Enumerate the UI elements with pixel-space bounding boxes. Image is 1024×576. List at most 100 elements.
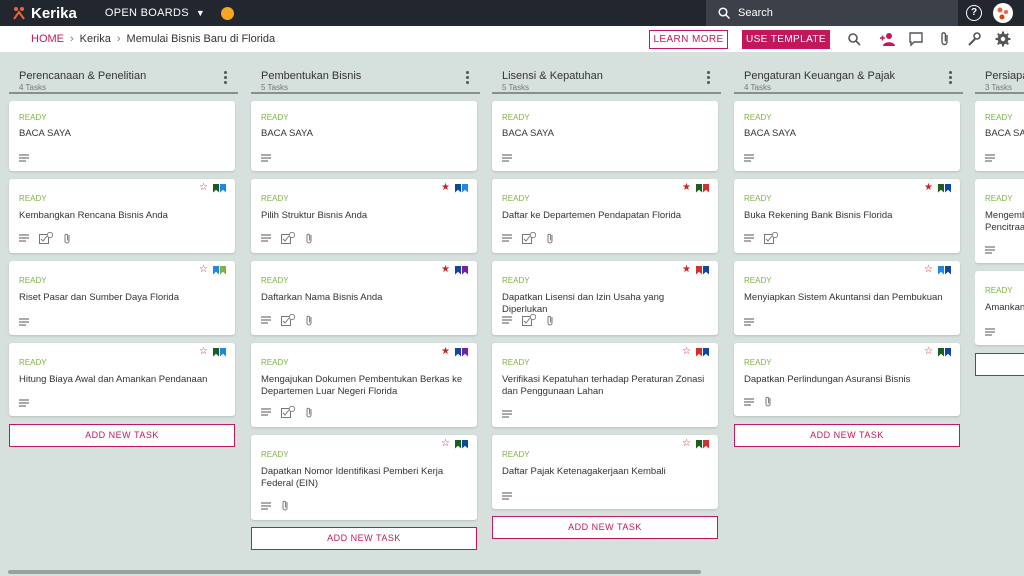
top-bar: Kerika OPEN BOARDS ▼ Search ? (0, 0, 1024, 26)
column-title: Pengaturan Keuangan & Pajak (744, 70, 896, 82)
column-task-count: 3 Tasks (985, 83, 1012, 92)
task-title: Kembangkan Rencana Bisnis Anda (19, 210, 168, 221)
more-vertical-icon[interactable] (707, 71, 711, 86)
task-card[interactable]: ☆ READY Hitung Biaya Awal dan Amankan Pe… (9, 343, 235, 416)
task-card[interactable]: ★ READY Daftar ke Departemen Pendapatan … (492, 179, 718, 253)
column-task-count: 5 Tasks (261, 83, 288, 92)
star-outline-icon[interactable]: ☆ (441, 439, 450, 449)
task-card[interactable]: ★ READY Mengajukan Dokumen Pembentukan B… (251, 343, 477, 427)
star-filled-icon[interactable]: ★ (441, 265, 450, 275)
add-new-task-button[interactable] (975, 353, 1024, 376)
description-icon (261, 234, 271, 242)
description-icon (502, 234, 512, 242)
add-person-icon[interactable] (879, 31, 895, 47)
column-header[interactable]: Perencanaan & Penelitian 4 Tasks (9, 60, 238, 94)
bookmark-icon (462, 265, 468, 275)
star-outline-icon[interactable]: ☆ (199, 347, 208, 357)
help-icon[interactable]: ? (966, 5, 982, 21)
star-filled-icon[interactable]: ★ (924, 183, 933, 193)
column-task-count: 4 Tasks (19, 83, 46, 92)
task-status: READY (19, 358, 47, 367)
breadcrumb-team[interactable]: Kerika (80, 33, 111, 45)
task-status: READY (744, 113, 772, 122)
description-icon (744, 154, 754, 162)
column-header[interactable]: Persiapa 3 Tasks (975, 60, 1024, 94)
horizontal-scrollbar[interactable] (8, 570, 701, 574)
task-card[interactable]: READY BACA SA (975, 101, 1024, 171)
task-title: Daftar ke Departemen Pendapatan Florida (502, 210, 682, 221)
bookmark-icon (696, 347, 702, 357)
kerika-logo[interactable]: Kerika (12, 5, 77, 22)
task-title: Daftarkan Nama Bisnis Anda (261, 292, 383, 303)
description-icon (502, 316, 512, 324)
bookmark-icon (938, 347, 944, 357)
column-header[interactable]: Pembentukan Bisnis 5 Tasks (251, 60, 480, 94)
star-outline-icon[interactable]: ☆ (924, 347, 933, 357)
bookmark-icon (696, 439, 702, 449)
column-header[interactable]: Pengaturan Keuangan & Pajak 4 Tasks (734, 60, 963, 94)
more-vertical-icon[interactable] (466, 71, 470, 86)
task-card[interactable]: READY BACA SAYA (251, 101, 477, 171)
add-new-task-button[interactable]: ADD NEW TASK (251, 527, 477, 550)
bookmark-icon (213, 265, 219, 275)
open-boards-menu[interactable]: OPEN BOARDS ▼ (105, 7, 205, 19)
chat-icon[interactable] (908, 31, 924, 47)
add-new-task-button[interactable]: ADD NEW TASK (492, 516, 718, 539)
description-icon (261, 154, 271, 162)
attachment-icon (306, 233, 312, 243)
task-card[interactable]: READY Mengemb Pencitraa (975, 179, 1024, 263)
learn-more-button[interactable]: LEARN MORE (649, 30, 728, 49)
more-vertical-icon[interactable] (224, 71, 228, 86)
task-card[interactable]: ☆ READY Menyiapkan Sistem Akuntansi dan … (734, 261, 960, 335)
task-status: READY (19, 113, 47, 122)
wrench-icon[interactable] (966, 31, 982, 47)
star-outline-icon[interactable]: ☆ (682, 347, 691, 357)
attachment-icon[interactable] (937, 31, 953, 47)
star-filled-icon[interactable]: ★ (441, 183, 450, 193)
breadcrumb-home[interactable]: HOME (31, 33, 64, 45)
task-card[interactable]: ☆ READY Dapatkan Perlindungan Asuransi B… (734, 343, 960, 416)
task-card[interactable]: READY BACA SAYA (9, 101, 235, 171)
task-card[interactable]: ★ READY Daftarkan Nama Bisnis Anda (251, 261, 477, 335)
task-card[interactable]: ★ READY Pilih Struktur Bisnis Anda (251, 179, 477, 253)
task-card[interactable]: ☆ READY Riset Pasar dan Sumber Daya Flor… (9, 261, 235, 335)
task-card[interactable]: READY Amankan (975, 271, 1024, 345)
star-filled-icon[interactable]: ★ (682, 183, 691, 193)
column: Pengaturan Keuangan & Pajak 4 Tasks READ… (734, 60, 963, 447)
star-outline-icon[interactable]: ☆ (199, 265, 208, 275)
use-template-button[interactable]: USE TEMPLATE (742, 30, 830, 49)
search-icon[interactable] (846, 31, 862, 47)
more-vertical-icon[interactable] (949, 71, 953, 86)
task-card[interactable]: READY BACA SAYA (492, 101, 718, 171)
description-icon (744, 318, 754, 326)
avatar[interactable] (993, 3, 1013, 23)
star-outline-icon[interactable]: ☆ (924, 265, 933, 275)
task-card[interactable]: ☆ READY Dapatkan Nomor Identifikasi Pemb… (251, 435, 477, 520)
column-header[interactable]: Lisensi & Kepatuhan 5 Tasks (492, 60, 721, 94)
column-title: Lisensi & Kepatuhan (502, 70, 603, 82)
star-outline-icon[interactable]: ☆ (199, 183, 208, 193)
task-card[interactable]: ☆ READY Verifikasi Kepatuhan terhadap Pe… (492, 343, 718, 427)
star-filled-icon[interactable]: ★ (682, 265, 691, 275)
task-card[interactable]: ☆ READY Daftar Pajak Ketenagakerjaan Kem… (492, 435, 718, 509)
attachment-icon (306, 315, 312, 325)
task-title: BACA SAYA (744, 128, 796, 139)
description-icon (19, 318, 29, 326)
breadcrumb: HOME › Kerika › Memulai Bisnis Baru di F… (31, 33, 275, 45)
star-outline-icon[interactable]: ☆ (682, 439, 691, 449)
notification-sun-icon[interactable] (221, 6, 235, 20)
description-icon (261, 316, 271, 324)
add-new-task-button[interactable]: ADD NEW TASK (734, 424, 960, 447)
task-title: Mengemb Pencitraa (985, 210, 1024, 233)
task-card[interactable]: READY BACA SAYA (734, 101, 960, 171)
chevron-right-icon: › (70, 33, 74, 45)
star-filled-icon[interactable]: ★ (441, 347, 450, 357)
bookmark-icon (462, 183, 468, 193)
gear-icon[interactable] (995, 31, 1011, 47)
search-input[interactable]: Search (706, 0, 958, 26)
bookmark-icon (455, 183, 461, 193)
task-card[interactable]: ☆ READY Kembangkan Rencana Bisnis Anda (9, 179, 235, 253)
task-card[interactable]: ★ READY Buka Rekening Bank Bisnis Florid… (734, 179, 960, 253)
add-new-task-button[interactable]: ADD NEW TASK (9, 424, 235, 447)
task-card[interactable]: ★ READY Dapatkan Lisensi dan Izin Usaha … (492, 261, 718, 335)
